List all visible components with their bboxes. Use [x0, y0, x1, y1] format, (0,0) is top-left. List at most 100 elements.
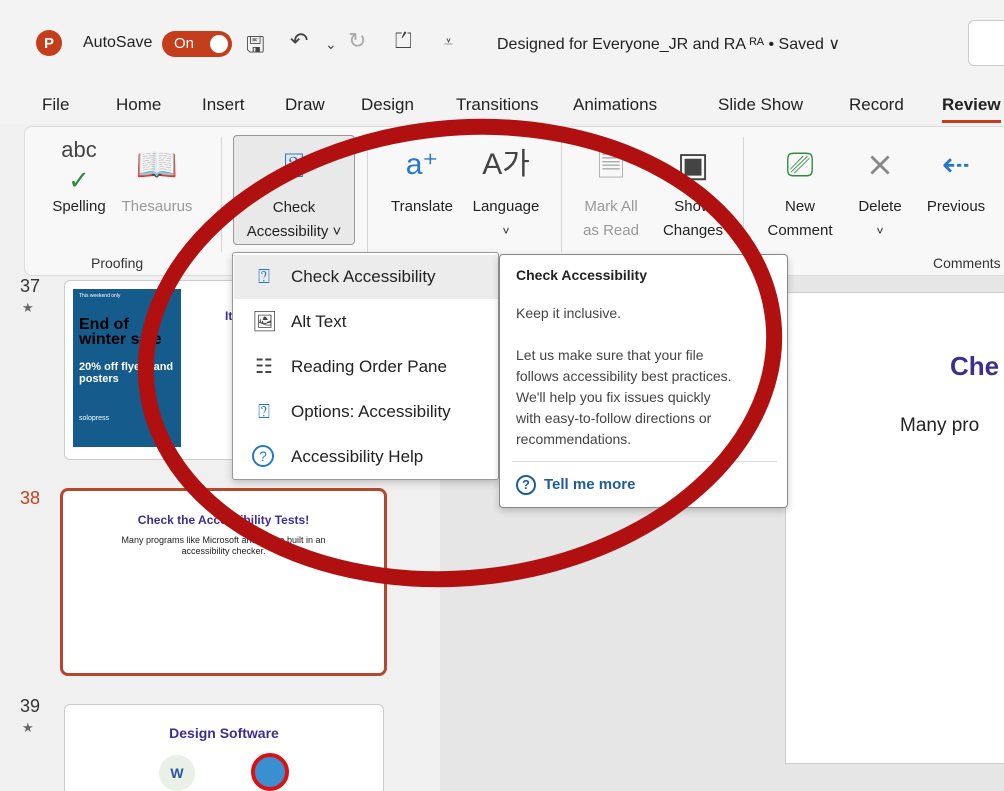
menu-item-label: Check Accessibility: [291, 267, 436, 286]
thesaurus-icon: 📖: [135, 146, 179, 184]
slide-title: Check the Accessibility Tests!: [137, 513, 310, 527]
tooltip-divider: [512, 461, 777, 462]
tooltip-line: recommendations.: [516, 431, 632, 447]
check-accessibility-button[interactable]: ⍰ Check Accessibility ˅: [233, 135, 355, 245]
delete-comment-button[interactable]: ⨯ Delete ˅: [845, 135, 915, 243]
previous-comment-icon: ⇠: [941, 146, 971, 184]
group-separator: [561, 137, 562, 252]
slide-body: Many programs like Microsoft and Adobe b…: [121, 535, 326, 556]
tab-file[interactable]: File: [42, 95, 69, 115]
mark-all-label-1: Mark All: [584, 198, 638, 215]
slide-canvas-body[interactable]: Many pro: [900, 415, 979, 437]
thesaurus-label: Thesaurus: [121, 198, 193, 215]
tooltip-title: Check Accessibility: [516, 267, 647, 283]
translate-button[interactable]: a⁺ Translate: [381, 135, 463, 219]
check-accessibility-icon: ⍰: [258, 266, 270, 288]
search-box[interactable]: [968, 20, 1004, 66]
tooltip-line: Let us make sure that your file: [516, 347, 704, 363]
check-accessibility-icon: ⍰: [283, 147, 305, 185]
save-icon[interactable]: 🖫: [246, 28, 265, 66]
menu-item-alt-text[interactable]: 🖼 Alt Text: [234, 300, 498, 344]
check-accessibility-label-2: Accessibility ˅: [246, 223, 342, 240]
star-icon: ★: [22, 300, 34, 315]
new-comment-label-2: Comment: [767, 222, 833, 239]
previous-comment-button[interactable]: ⇠ Previous: [915, 135, 997, 219]
delete-label: Delete: [858, 198, 902, 215]
slide-canvas-title[interactable]: Che: [950, 351, 999, 382]
group-separator: [221, 137, 222, 252]
spelling-icon-text: abc: [61, 137, 97, 162]
redo-icon[interactable]: ↻: [348, 28, 366, 54]
options-accessibility-icon: ⍰: [258, 401, 270, 423]
menu-item-check-accessibility[interactable]: ⍰ Check Accessibility: [234, 255, 498, 299]
chevron-down-icon: ˅: [876, 224, 884, 238]
language-icon: A가: [482, 148, 530, 181]
tell-me-more-link[interactable]: ? Tell me more: [516, 475, 635, 495]
slide-thumbnail-38[interactable]: Check the Accessibility Tests! Many prog…: [60, 488, 387, 676]
new-comment-button[interactable]: ⎚ New Comment: [755, 135, 845, 243]
tab-review[interactable]: Review: [942, 95, 1001, 123]
thesaurus-button[interactable]: 📖 Thesaurus: [117, 135, 197, 219]
check-accessibility-label-1: Check: [272, 199, 316, 216]
menu-item-accessibility-help[interactable]: ? Accessibility Help: [234, 435, 498, 479]
mark-all-as-read-button[interactable]: 🗎 Mark All as Read: [571, 135, 651, 243]
check-accessibility-content: ⍰ Check Accessibility ˅: [234, 136, 354, 244]
tab-design[interactable]: Design: [361, 95, 414, 115]
translate-icon: a⁺: [405, 148, 439, 181]
help-icon: ?: [252, 445, 274, 467]
menu-item-label: Accessibility Help: [291, 447, 424, 466]
tell-me-more-label: Tell me more: [544, 476, 636, 493]
slide-number: 38: [20, 488, 41, 508]
tab-home[interactable]: Home: [116, 95, 161, 115]
tab-draw[interactable]: Draw: [285, 95, 325, 115]
mark-all-label-2: as Read: [583, 222, 639, 239]
slide-thumbnail-39[interactable]: Design Software W: [64, 704, 384, 791]
slide-number: 39: [20, 696, 41, 716]
slide-title: Design Software: [169, 725, 279, 741]
tab-record[interactable]: Record: [849, 95, 904, 115]
tab-animations[interactable]: Animations: [573, 95, 657, 115]
menu-item-label: Reading Order Pane: [291, 357, 447, 376]
tab-slide-show[interactable]: Slide Show: [718, 95, 803, 115]
promo-headline: End of winter sale: [79, 316, 162, 348]
reading-order-icon: ☷: [255, 356, 273, 378]
tooltip-subtitle: Keep it inclusive.: [516, 305, 622, 321]
document-title[interactable]: Designed for Everyone_JR and RA ᴿᴬ • Sav…: [497, 34, 840, 54]
promo-offer: 20% off flyers and posters: [79, 361, 174, 385]
tab-insert[interactable]: Insert: [202, 95, 245, 115]
promo-brand: solopress: [79, 415, 109, 422]
spelling-icon: abc ✓: [61, 137, 97, 195]
tooltip-line: with easy-to-follow directions or: [516, 410, 712, 426]
undo-icon[interactable]: ↶: [290, 28, 308, 54]
new-comment-icon: ⎚: [786, 146, 814, 184]
group-label-proofing: Proofing: [91, 255, 144, 271]
alt-text-icon: 🖼: [252, 311, 278, 333]
show-changes-label-2: Changes: [662, 222, 724, 239]
mark-all-read-icon: 🗎: [597, 146, 625, 184]
promo-image: This weekend only End of winter sale 20%…: [73, 289, 181, 447]
present-icon[interactable]: ⏍: [395, 28, 412, 54]
tab-transitions[interactable]: Transitions: [456, 95, 539, 115]
slide-number: 37: [20, 276, 41, 296]
group-label-comments: Comments: [933, 255, 1001, 271]
autosave-toggle[interactable]: On: [162, 31, 232, 57]
show-changes-icon: ▣: [676, 146, 710, 184]
check-accessibility-tooltip: Check Accessibility Keep it inclusive. L…: [499, 254, 788, 508]
help-icon: ?: [516, 475, 536, 495]
chevron-down-icon[interactable]: ⌄: [325, 36, 337, 53]
promo-top-text: This weekend only: [79, 293, 121, 299]
language-button[interactable]: A가 Language ˅: [463, 135, 549, 243]
star-icon: ★: [22, 720, 34, 735]
title-bar: P AutoSave On 🖫 ↶ ⌄ ↻ ⏍ ⩡ Designed for E…: [0, 0, 1004, 88]
toggle-knob: [210, 35, 228, 53]
autosave-label: AutoSave: [83, 34, 153, 51]
spelling-label: Spelling: [52, 198, 106, 215]
group-separator: [743, 137, 744, 252]
customize-icon[interactable]: ⩡: [444, 34, 453, 52]
office-logo-icon: W: [159, 755, 195, 791]
tooltip-line: We'll help you fix issues quickly: [516, 389, 711, 405]
show-changes-button[interactable]: ▣ Show Changes: [653, 135, 733, 243]
menu-item-reading-order-pane[interactable]: ☷ Reading Order Pane: [234, 345, 498, 389]
menu-item-options-accessibility[interactable]: ⍰ Options: Accessibility: [234, 390, 498, 434]
spelling-button[interactable]: abc ✓ Spelling: [43, 135, 115, 219]
